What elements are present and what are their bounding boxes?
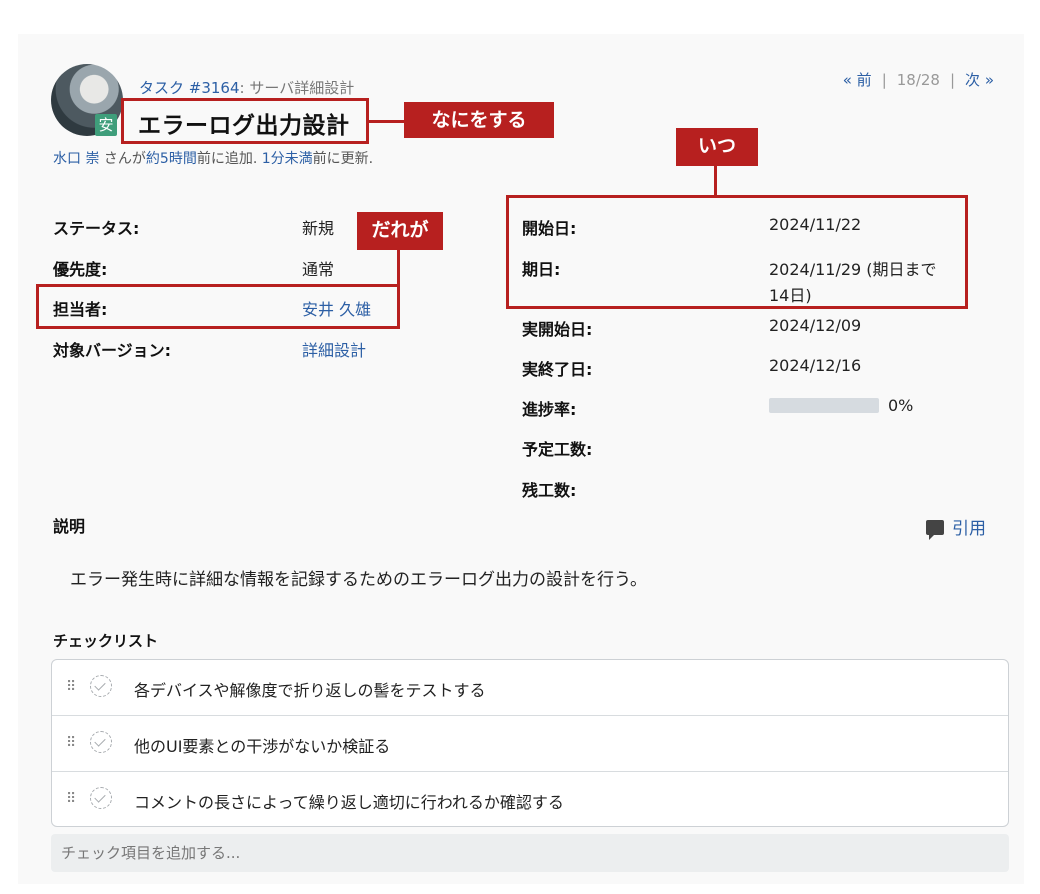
progress-label: 進捗率:: [522, 400, 577, 419]
pager-separator: |: [881, 71, 887, 89]
quote-label: 引用: [952, 519, 986, 539]
issue-pager: « 前 | 18/28 | 次 »: [843, 69, 994, 90]
next-issue-link[interactable]: 次 »: [965, 71, 994, 89]
status-label: ステータス:: [53, 219, 140, 238]
assignee-badge: 安: [95, 114, 117, 136]
progress-text: 0%: [888, 396, 914, 415]
annotation-dates-connector: [714, 166, 717, 196]
author-line: 水口 崇 さんが約5時間前に追加. 1分未満前に更新.: [53, 148, 373, 168]
drag-handle-icon[interactable]: ⠿: [66, 678, 78, 696]
author-link[interactable]: 水口 崇: [53, 151, 99, 167]
priority-label: 優先度:: [53, 260, 108, 279]
check-circle-icon[interactable]: [90, 675, 112, 697]
status-value: 新規: [302, 219, 335, 238]
checklist-item: ⠿ 他のUI要素との干渉がないか検証る: [52, 716, 1008, 772]
description-title: 説明: [53, 517, 86, 536]
annotation-assignee-box: [36, 284, 400, 329]
prev-issue-link[interactable]: « 前: [843, 71, 872, 89]
comment-icon: [926, 520, 944, 540]
pager-position: 18/28: [896, 71, 940, 89]
created-suffix: 前に追加.: [196, 151, 262, 167]
checklist-title: チェックリスト: [53, 632, 159, 650]
checklist-item-text: コメントの長さによって繰り返し適切に行われるか確認する: [134, 793, 564, 812]
annotation-dates-box: [506, 195, 968, 309]
parent-issue-title: : サーバ詳細設計: [239, 79, 355, 97]
annotation-who-label: だれが: [357, 212, 443, 250]
checklist-item: ⠿ コメントの長さによって繰り返し適切に行われるか確認する: [52, 772, 1008, 828]
remaining-hours-label: 残工数:: [522, 481, 577, 500]
check-circle-icon[interactable]: [90, 787, 112, 809]
annotation-what-label: なにをする: [404, 102, 554, 138]
updated-ago-link[interactable]: 1分未満: [262, 151, 313, 167]
actual-end-value: 2024/12/16: [769, 356, 862, 375]
quote-button[interactable]: 引用: [926, 514, 986, 540]
actual-start-value: 2024/12/09: [769, 316, 862, 335]
pager-separator: |: [949, 71, 956, 89]
actual-end-label: 実終了日:: [522, 360, 593, 379]
version-label: 対象バージョン:: [53, 341, 172, 360]
parent-issue: タスク #3164: サーバ詳細設計: [139, 77, 354, 98]
checklist-item-text: 他のUI要素との干渉がないか検証る: [134, 737, 391, 756]
checklist-item-text: 各デバイスや解像度で折り返しの髻をテストする: [134, 681, 486, 700]
annotation-assignee-connector: [397, 250, 400, 286]
checklist: ⠿ 各デバイスや解像度で折り返しの髻をテストする ⠿ 他のUI要素との干渉がない…: [51, 659, 1009, 827]
estimated-hours-label: 予定工数:: [522, 440, 593, 459]
parent-issue-link[interactable]: タスク #3164: [139, 79, 240, 97]
created-ago-link[interactable]: 約5時間: [146, 151, 197, 167]
author-suffix: さんが: [99, 151, 146, 167]
annotation-subject-box: [121, 98, 369, 144]
updated-suffix: 前に更新.: [312, 151, 374, 167]
annotation-when-label: いつ: [676, 128, 758, 166]
annotation-subject-connector: [369, 120, 404, 123]
progress-bar: [769, 398, 879, 413]
version-link[interactable]: 詳細設計: [302, 337, 366, 361]
drag-handle-icon[interactable]: ⠿: [66, 790, 78, 808]
checklist-item: ⠿ 各デバイスや解像度で折り返しの髻をテストする: [52, 660, 1008, 716]
check-circle-icon[interactable]: [90, 731, 112, 753]
description-text: エラー発生時に詳細な情報を記録するためのエラーログ出力の設計を行う。: [70, 570, 647, 590]
priority-value: 通常: [302, 260, 335, 279]
actual-start-label: 実開始日:: [522, 320, 593, 339]
add-checklist-item-input[interactable]: [51, 834, 1009, 872]
drag-handle-icon[interactable]: ⠿: [66, 734, 78, 752]
